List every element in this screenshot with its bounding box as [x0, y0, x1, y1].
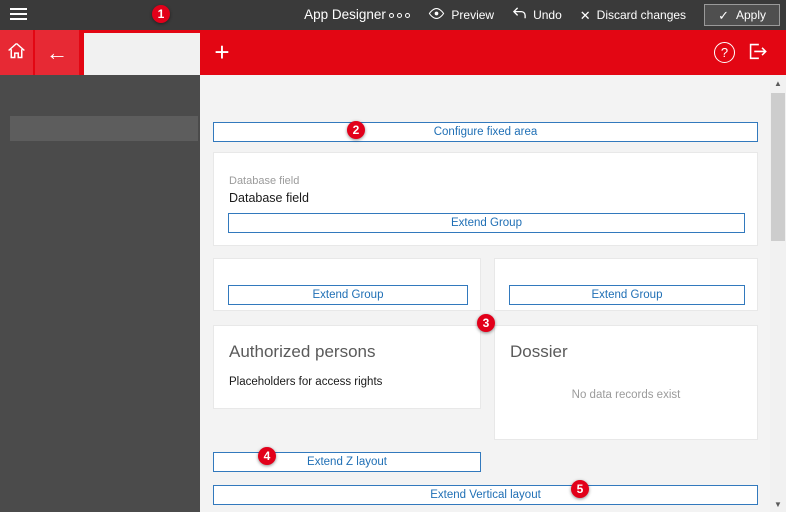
undo-label: Undo: [533, 8, 562, 22]
preview-label: Preview: [451, 8, 495, 22]
dossier-title: Dossier: [510, 342, 568, 361]
database-field-label: Database field: [229, 175, 300, 187]
discard-changes-button[interactable]: ✕ Discard changes: [580, 8, 686, 22]
group-card-right[interactable]: Extend Group: [494, 258, 758, 311]
configure-fixed-area-button[interactable]: Configure fixed area: [213, 122, 758, 142]
overflow-menu-button[interactable]: [389, 12, 411, 18]
home-icon: [6, 40, 27, 66]
sidebar-selected-item[interactable]: [10, 116, 198, 141]
hamburger-menu-icon[interactable]: [10, 8, 27, 21]
group-card-left[interactable]: Extend Group: [213, 258, 481, 311]
sidebar: [0, 75, 200, 512]
home-button[interactable]: [0, 30, 33, 75]
discard-changes-label: Discard changes: [596, 8, 687, 22]
extend-group-button[interactable]: Extend Group: [228, 285, 468, 305]
active-tab[interactable]: [84, 33, 200, 75]
dossier-card[interactable]: Dossier No data records exist: [494, 325, 758, 440]
tab-bar: ← + ?: [0, 30, 786, 75]
close-icon: ✕: [579, 7, 591, 23]
check-icon: ✓: [718, 7, 729, 23]
scroll-up-icon[interactable]: ▲: [770, 75, 786, 91]
undo-icon: [512, 6, 527, 24]
apply-label: Apply: [735, 8, 766, 22]
back-arrow-icon: ←: [46, 39, 68, 65]
dossier-empty-text: No data records exist: [571, 389, 681, 401]
undo-button[interactable]: Undo: [512, 6, 562, 24]
vertical-scrollbar[interactable]: ▲ ▼: [770, 75, 786, 512]
designer-canvas: Configure fixed area Database field Data…: [200, 75, 770, 512]
preview-button[interactable]: Preview: [428, 7, 494, 23]
authorized-persons-card[interactable]: Authorized persons Placeholders for acce…: [213, 325, 481, 409]
extend-group-button[interactable]: Extend Group: [228, 213, 745, 233]
annotation-badge-4: 4: [258, 447, 276, 465]
annotation-badge-1: 1: [152, 5, 170, 23]
fixed-area-card[interactable]: Database field Database field Extend Gro…: [213, 152, 758, 246]
help-button[interactable]: ?: [714, 42, 735, 63]
extend-vertical-layout-button[interactable]: Extend Vertical layout: [213, 485, 758, 505]
top-bar: App Designer Preview Undo ✕ Discard chan…: [0, 0, 786, 30]
exit-button[interactable]: [744, 41, 770, 65]
topbar-actions: Preview Undo ✕ Discard changes ✓ Apply: [389, 0, 780, 30]
annotation-badge-2: 2: [347, 121, 365, 139]
apply-button[interactable]: ✓ Apply: [704, 4, 780, 26]
back-button[interactable]: ←: [35, 30, 79, 75]
logout-icon: [745, 40, 769, 67]
authorized-persons-title: Authorized persons: [229, 342, 376, 361]
annotation-badge-5: 5: [571, 480, 589, 498]
app-title: App Designer: [304, 7, 386, 22]
extend-group-button[interactable]: Extend Group: [509, 285, 745, 305]
extend-z-layout-button[interactable]: Extend Z layout: [213, 452, 481, 472]
question-icon: ?: [720, 45, 729, 60]
annotation-badge-3: 3: [477, 314, 495, 332]
eye-icon: [428, 7, 445, 23]
scroll-down-icon[interactable]: ▼: [770, 496, 786, 512]
authorized-persons-subtitle: Placeholders for access rights: [229, 376, 383, 388]
add-tab-button[interactable]: +: [206, 30, 238, 75]
ellipsis-icon: [389, 12, 411, 18]
database-field-value: Database field: [229, 191, 309, 205]
scrollbar-thumb[interactable]: [771, 93, 785, 241]
plus-icon: +: [214, 37, 230, 67]
